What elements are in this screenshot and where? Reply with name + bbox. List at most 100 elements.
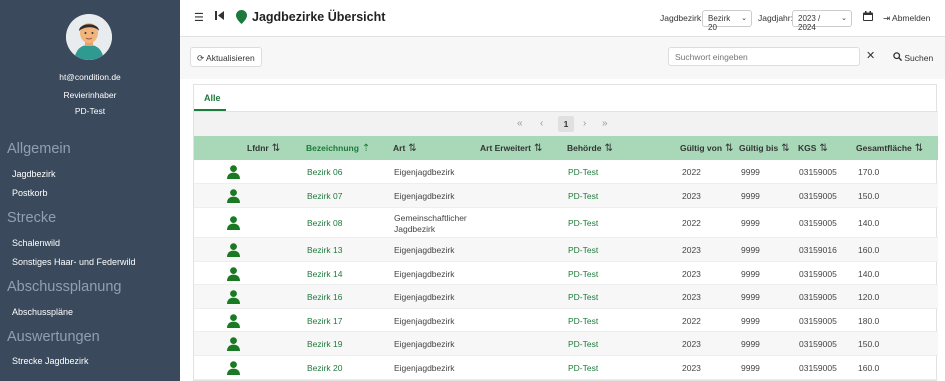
cell-bezeichnung[interactable]: Bezirk 20 [307,363,342,373]
cell-bezeichnung[interactable]: Bezirk 16 [307,292,342,302]
cell-art: Eigenjagdbezirk [394,191,455,201]
sort-icon: ⇅ [534,143,543,154]
cell-gueltig-bis: 9999 [741,191,760,201]
cell-kgs: 03159016 [799,245,837,255]
cell-behoerde[interactable]: PD-Test [568,167,598,177]
cell-gesamtflaeche: 120.0 [858,292,880,302]
user-icon[interactable] [227,361,240,375]
sort-icon: ⇅ [781,143,790,154]
cell-behoerde[interactable]: PD-Test [568,316,598,326]
table-row[interactable]: Bezirk 14 Eigenjagdbezirk PD-Test 2023 9999 0… [194,262,938,285]
avatar-icon [66,14,112,60]
col-gesamtflaeche[interactable]: Gesamtfläche ⇅ [856,143,923,154]
clear-search-icon[interactable]: ✕ [866,49,875,62]
col-gueltig-bis-label: Gültig bis [739,143,779,153]
last-page-icon[interactable]: » [602,118,608,129]
nav-abschussplaene[interactable]: Abschusspläne [12,307,73,317]
table-row[interactable]: Bezirk 20 Eigenjagdbezirk PD-Test 2023 9999 0… [194,356,938,380]
cell-behoerde[interactable]: PD-Test [568,269,598,279]
nav-jagdbezirk[interactable]: Jagdbezirk [12,169,56,179]
cell-bezeichnung[interactable]: Bezirk 17 [307,316,342,326]
cell-gesamtflaeche: 140.0 [858,218,880,228]
table-row[interactable]: Bezirk 08 Gemeinschaftlicher Jagdbezirk PD-… [194,208,938,238]
col-art-label: Art [393,143,406,153]
search-button[interactable]: Suchen [887,47,939,67]
top-bar: ☰ Jagdbezirke Übersicht Jagdbezirk: Bezi… [180,0,945,37]
col-gueltig-bis[interactable]: Gültig bis ⇅ [739,143,790,154]
pagination: « ‹ 1 › » [194,112,938,136]
user-icon[interactable] [227,290,240,304]
cell-gueltig-von: 2022 [682,315,701,326]
cell-gesamtflaeche: 160.0 [858,363,880,373]
cell-bezeichnung[interactable]: Bezirk 14 [307,269,342,279]
col-behoerde-label: Behörde [567,143,602,153]
cell-gueltig-bis: 9999 [741,363,760,373]
cell-behoerde[interactable]: PD-Test [568,292,598,302]
cell-behoerde[interactable]: PD-Test [568,363,598,373]
col-behoerde[interactable]: Behörde ⇅ [567,143,613,154]
user-avatar[interactable] [66,14,112,60]
tab-alle[interactable]: Alle [204,93,221,103]
col-art[interactable]: Art ⇅ [393,143,417,154]
cell-art: Eigenjagdbezirk [394,292,455,302]
user-icon[interactable] [227,266,240,281]
sort-icon: ⇅ [819,143,828,154]
col-art-erweitert[interactable]: Art Erweitert ⇅ [480,143,542,154]
col-kgs[interactable]: KGS ⇅ [798,143,828,154]
table-row[interactable]: Bezirk 07 Eigenjagdbezirk PD-Test 2023 9999 0… [194,184,938,208]
user-icon[interactable] [227,337,240,351]
table-row[interactable]: Bezirk 17 Eigenjagdbezirk PD-Test 2022 9999 0… [194,309,938,332]
cell-bezeichnung[interactable]: Bezirk 07 [307,191,342,201]
jagdjahr-select[interactable]: 2023 / 2024 ⌄ [792,10,852,32]
cell-gesamtflaeche: 150.0 [858,191,880,201]
user-icon[interactable] [227,189,240,203]
cell-kgs: 03159005 [799,218,837,228]
logout-label: Abmelden [892,13,931,23]
nav-strecke-jagdbezirk[interactable]: Strecke Jagdbezirk [12,356,89,366]
search-input[interactable] [668,47,860,66]
cell-behoerde[interactable]: PD-Test [568,339,598,349]
col-lfdnr[interactable]: Lfdnr ⇅ [247,143,280,154]
cell-bezeichnung[interactable]: Bezirk 19 [307,339,342,349]
toolbar: ⟳ Aktualisieren ✕ Suchen [180,37,945,79]
user-icon[interactable] [227,243,240,257]
prev-page-icon[interactable]: ‹ [540,118,543,129]
table-row[interactable]: Bezirk 06 Eigenjagdbezirk PD-Test 2022 9999 0… [194,160,938,184]
user-icon[interactable] [227,313,240,328]
user-icon[interactable] [227,216,240,230]
col-gueltig-von-label: Gültig von [680,143,723,153]
table-row[interactable]: Bezirk 16 Eigenjagdbezirk PD-Test 2023 9999 0… [194,285,938,309]
col-bezeichnung[interactable]: Bezeichnung ⇡ [306,143,370,154]
cell-behoerde[interactable]: PD-Test [568,218,598,228]
refresh-button[interactable]: ⟳ Aktualisieren [190,47,262,67]
table-row[interactable]: Bezirk 19 Eigenjagdbezirk PD-Test 2023 9999 0… [194,332,938,356]
logout-button[interactable]: ⇥ Abmelden [883,13,930,24]
collapse-icon[interactable] [215,11,224,23]
jagdbezirk-select[interactable]: Bezirk 20 ⌄ [702,10,752,32]
cell-behoerde[interactable]: PD-Test [568,191,598,201]
table-row[interactable]: Bezirk 13 Eigenjagdbezirk PD-Test 2023 9999 0… [194,238,938,262]
col-gueltig-von[interactable]: Gültig von ⇅ [680,143,733,154]
nav-haar-federwild[interactable]: Sonstiges Haar- und Federwild [12,257,136,267]
cell-art: Eigenjagdbezirk [394,268,455,279]
cell-bezeichnung[interactable]: Bezirk 13 [307,245,342,255]
user-icon[interactable] [227,165,240,179]
cell-behoerde[interactable]: PD-Test [568,245,598,255]
first-page-icon[interactable]: « [517,118,523,129]
cell-bezeichnung[interactable]: Bezirk 08 [307,218,342,228]
nav-postkorb[interactable]: Postkorb [12,188,48,198]
cell-kgs: 03159005 [799,363,837,373]
cell-kgs: 03159005 [799,292,837,302]
sort-icon: ⇅ [271,143,281,154]
cell-gueltig-von: 2023 [682,191,701,201]
menu-icon[interactable]: ☰ [194,11,204,24]
cell-gueltig-von: 2022 [682,167,701,177]
current-page[interactable]: 1 [558,116,574,132]
nav-schalenwild[interactable]: Schalenwild [12,238,60,248]
next-page-icon[interactable]: › [583,118,586,129]
cell-bezeichnung[interactable]: Bezirk 06 [307,167,342,177]
calendar-icon[interactable] [863,11,873,24]
cell-art: Gemeinschaftlicher [394,213,467,223]
cell-art: Eigenjagdbezirk [394,245,455,255]
cell-gesamtflaeche: 150.0 [858,339,880,349]
